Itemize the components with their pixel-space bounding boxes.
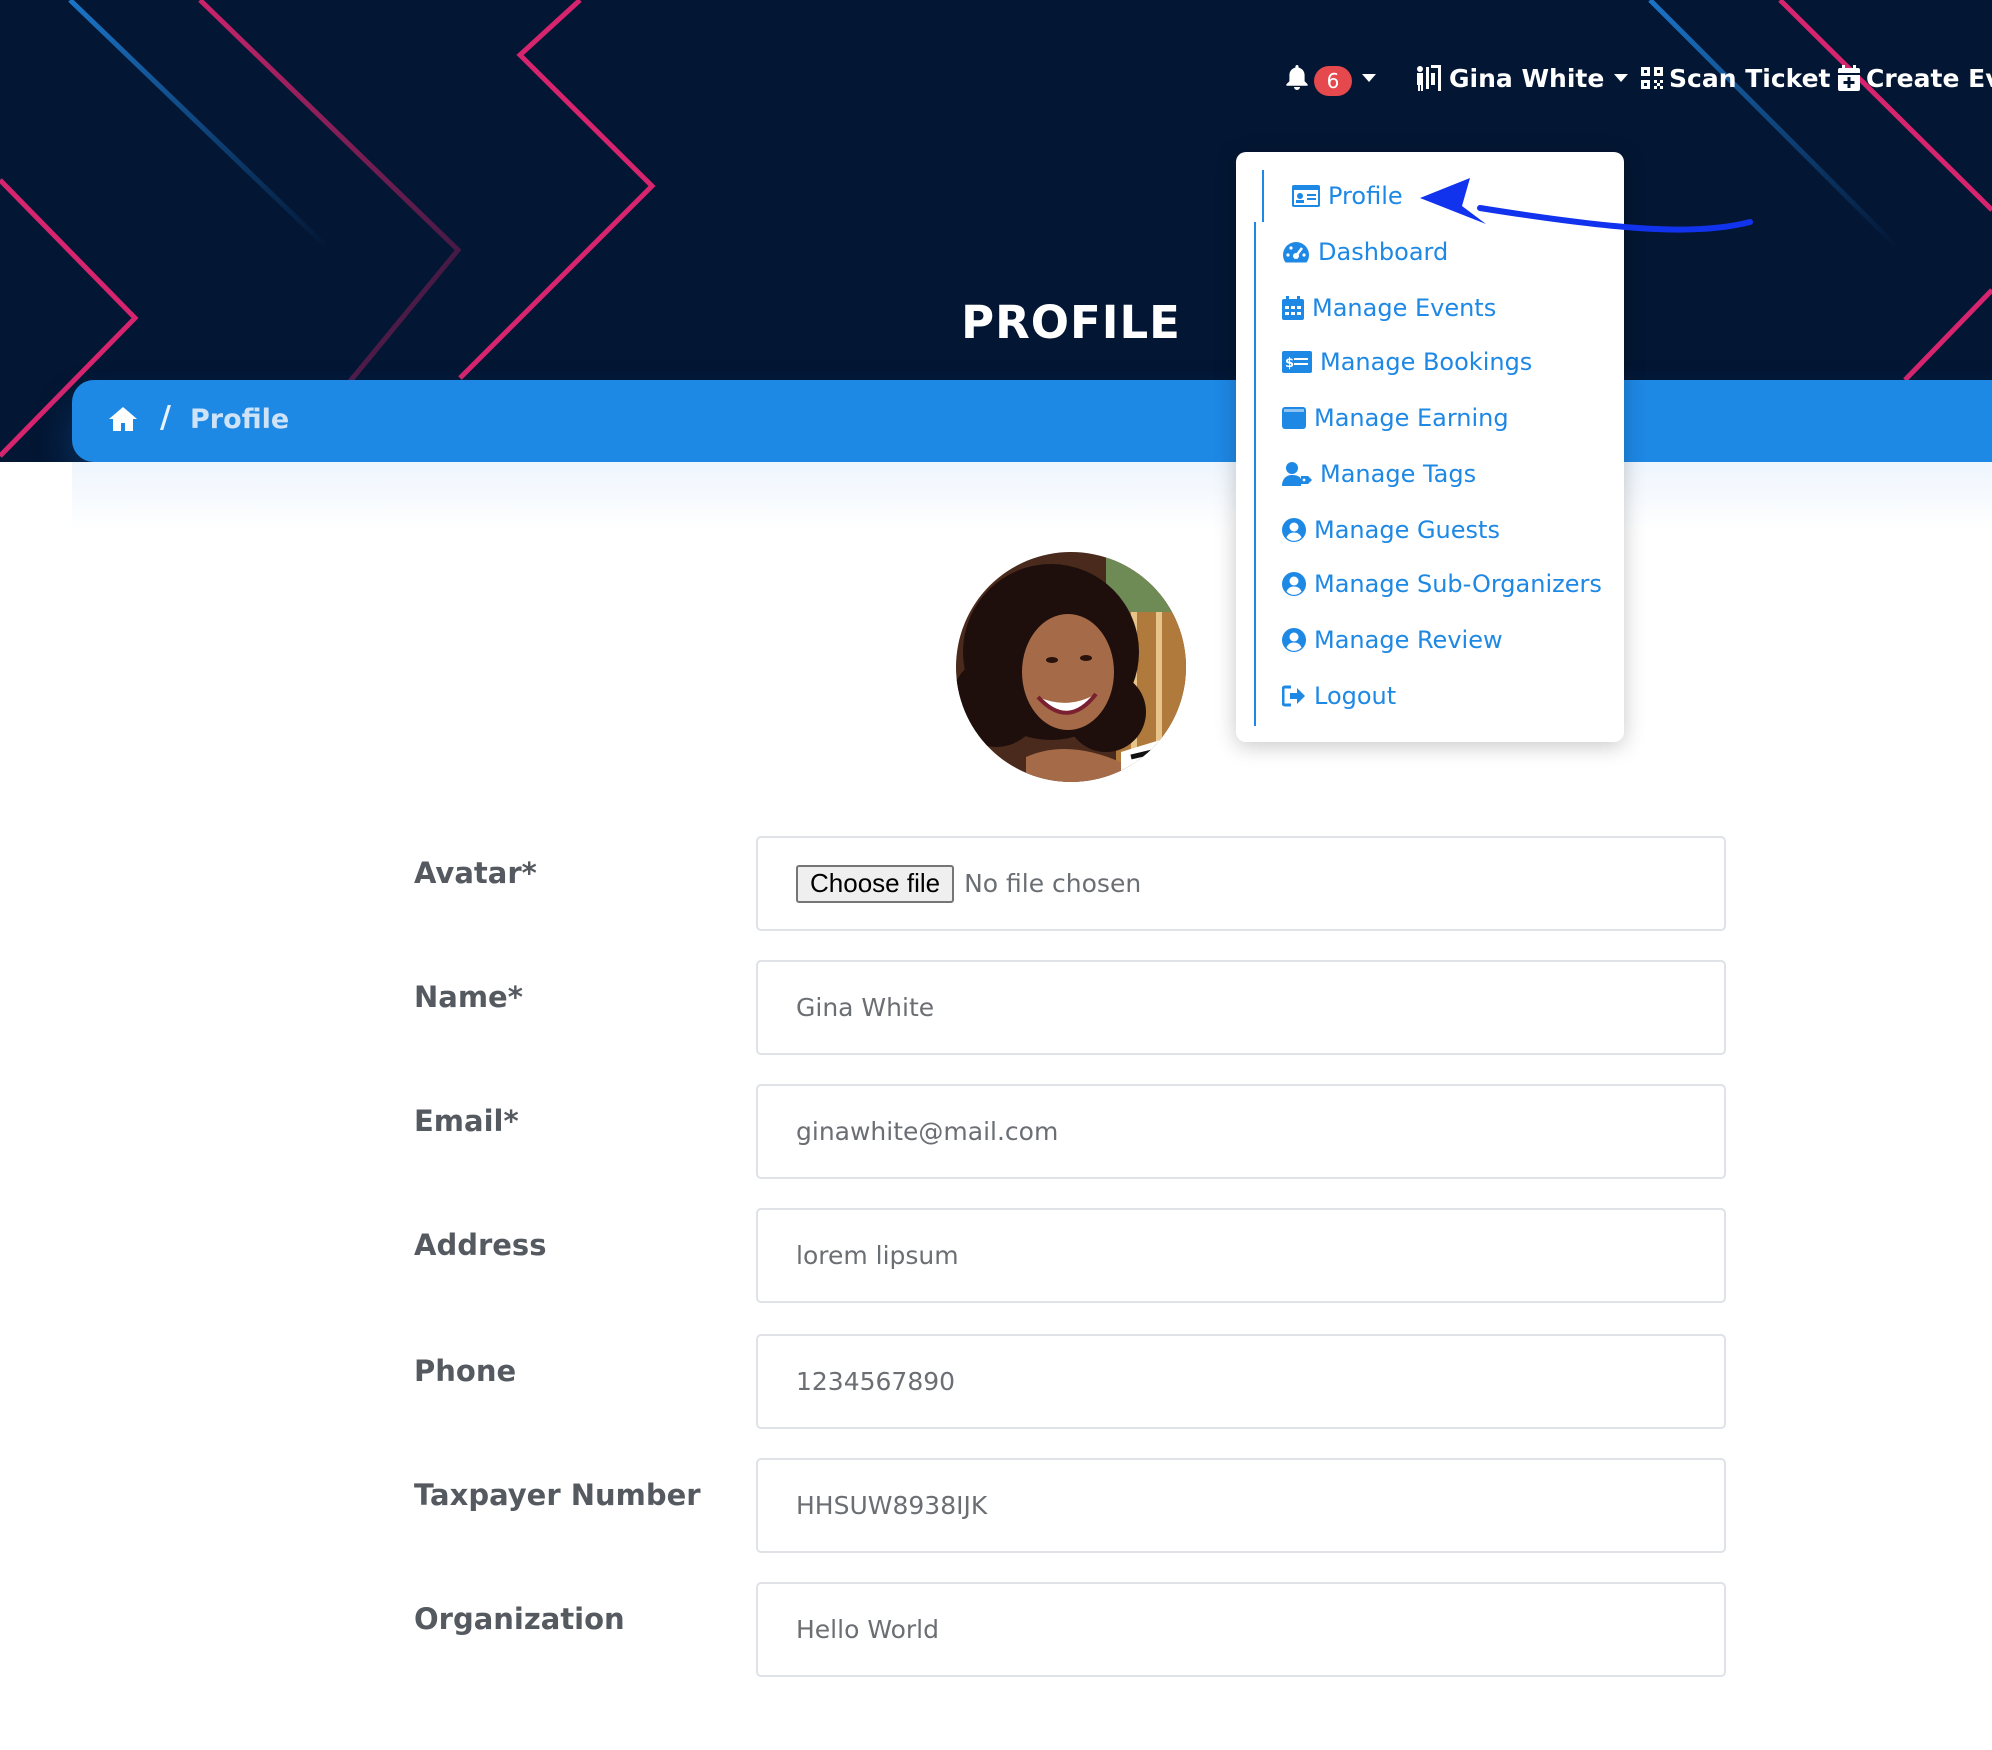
profile-avatar — [956, 552, 1186, 782]
annotation-arrow — [1420, 178, 1753, 233]
dropdown-active-indicator — [1262, 170, 1264, 222]
taxpayer-field[interactable] — [756, 1458, 1726, 1553]
address-label: Address — [414, 1228, 547, 1262]
dropdown-item-profile[interactable]: Profile — [1292, 176, 1403, 216]
wallet-icon — [1282, 407, 1314, 429]
user-menu-toggle[interactable]: Gina White — [1415, 58, 1629, 98]
calendar-icon — [1282, 296, 1312, 320]
dropdown-item-label: Manage Events — [1312, 294, 1497, 322]
user-board-icon — [1415, 65, 1443, 91]
id-card-icon — [1292, 185, 1328, 207]
dropdown-item-manage-earning[interactable]: Manage Earning — [1282, 398, 1509, 438]
bell-icon — [1286, 65, 1308, 91]
scan-ticket-link[interactable]: Scan Ticket — [1641, 58, 1831, 98]
organization-label: Organization — [414, 1602, 625, 1636]
user-circle-icon — [1282, 628, 1314, 652]
name-label: Name* — [414, 980, 523, 1014]
dropdown-item-label: Manage Review — [1314, 626, 1503, 654]
name-field[interactable] — [756, 960, 1726, 1055]
phone-label: Phone — [414, 1354, 517, 1388]
address-field[interactable] — [756, 1208, 1726, 1303]
caret-down-icon — [1614, 74, 1629, 82]
phone-row: Phone — [414, 1334, 1728, 1432]
calendar-plus-icon — [1838, 65, 1860, 91]
dropdown-item-label: Manage Bookings — [1320, 348, 1533, 376]
page-title: PROFILE — [961, 296, 1181, 349]
user-circle-icon — [1282, 518, 1314, 542]
file-status-text: No file chosen — [964, 869, 1142, 898]
organization-row: Organization — [414, 1582, 1728, 1680]
organization-field[interactable] — [756, 1582, 1726, 1677]
money-check-icon: $ — [1282, 351, 1320, 373]
address-row: Address — [414, 1208, 1728, 1306]
phone-field[interactable] — [756, 1334, 1726, 1429]
avatar-row: Avatar* Choose file No file chosen — [414, 836, 1728, 934]
dropdown-item-label: Manage Tags — [1320, 460, 1477, 488]
dropdown-divider-line — [1254, 222, 1256, 726]
avatar-label: Avatar* — [414, 856, 537, 890]
svg-text:$: $ — [1285, 356, 1294, 371]
caret-down-icon — [1362, 74, 1376, 82]
dropdown-item-manage-guests[interactable]: Manage Guests — [1282, 510, 1500, 550]
create-event-link[interactable]: Create Eve — [1838, 58, 1992, 98]
taxpayer-label: Taxpayer Number — [414, 1478, 701, 1512]
notifications-menu[interactable]: 6 — [1286, 58, 1376, 98]
taxpayer-row: Taxpayer Number — [414, 1458, 1728, 1556]
avatar-file-input[interactable]: Choose file No file chosen — [756, 836, 1726, 931]
gauge-icon — [1282, 240, 1318, 264]
qr-code-icon — [1641, 67, 1663, 89]
home-icon[interactable] — [108, 406, 138, 436]
dropdown-item-label: Manage Sub-Organizers — [1314, 570, 1602, 598]
name-row: Name* — [414, 960, 1728, 1058]
dropdown-item-manage-review[interactable]: Manage Review — [1282, 620, 1503, 660]
dropdown-item-manage-events[interactable]: Manage Events — [1282, 288, 1496, 328]
breadcrumb: / Profile — [72, 380, 1992, 462]
breadcrumb-shadow — [72, 462, 1992, 532]
dropdown-item-manage-bookings[interactable]: $ Manage Bookings — [1282, 342, 1532, 382]
breadcrumb-separator: / — [160, 400, 171, 435]
choose-file-button[interactable]: Choose file — [796, 864, 955, 903]
scan-ticket-label: Scan Ticket — [1669, 63, 1831, 93]
email-field[interactable] — [756, 1084, 1726, 1179]
dropdown-item-label: Manage Guests — [1314, 516, 1500, 544]
user-name: Gina White — [1449, 63, 1605, 93]
dropdown-item-manage-sub-organizers[interactable]: Manage Sub-Organizers — [1282, 564, 1602, 604]
top-navigation: 6 Gina White Scan Ticket Create Ev — [0, 58, 1992, 98]
breadcrumb-current: Profile — [190, 404, 290, 435]
dropdown-item-label: Profile — [1328, 182, 1403, 210]
sign-out-icon — [1282, 685, 1314, 707]
user-circle-icon — [1282, 572, 1314, 596]
user-tag-icon — [1282, 461, 1320, 487]
email-row: Email* — [414, 1084, 1728, 1182]
dropdown-item-manage-tags[interactable]: Manage Tags — [1282, 454, 1476, 494]
create-event-label: Create Eve — [1866, 63, 1992, 93]
notification-count-badge: 6 — [1314, 66, 1352, 96]
dropdown-item-label: Manage Earning — [1314, 404, 1509, 432]
dropdown-item-logout[interactable]: Logout — [1282, 676, 1396, 716]
email-label: Email* — [414, 1104, 519, 1138]
dropdown-item-label: Logout — [1314, 682, 1397, 710]
